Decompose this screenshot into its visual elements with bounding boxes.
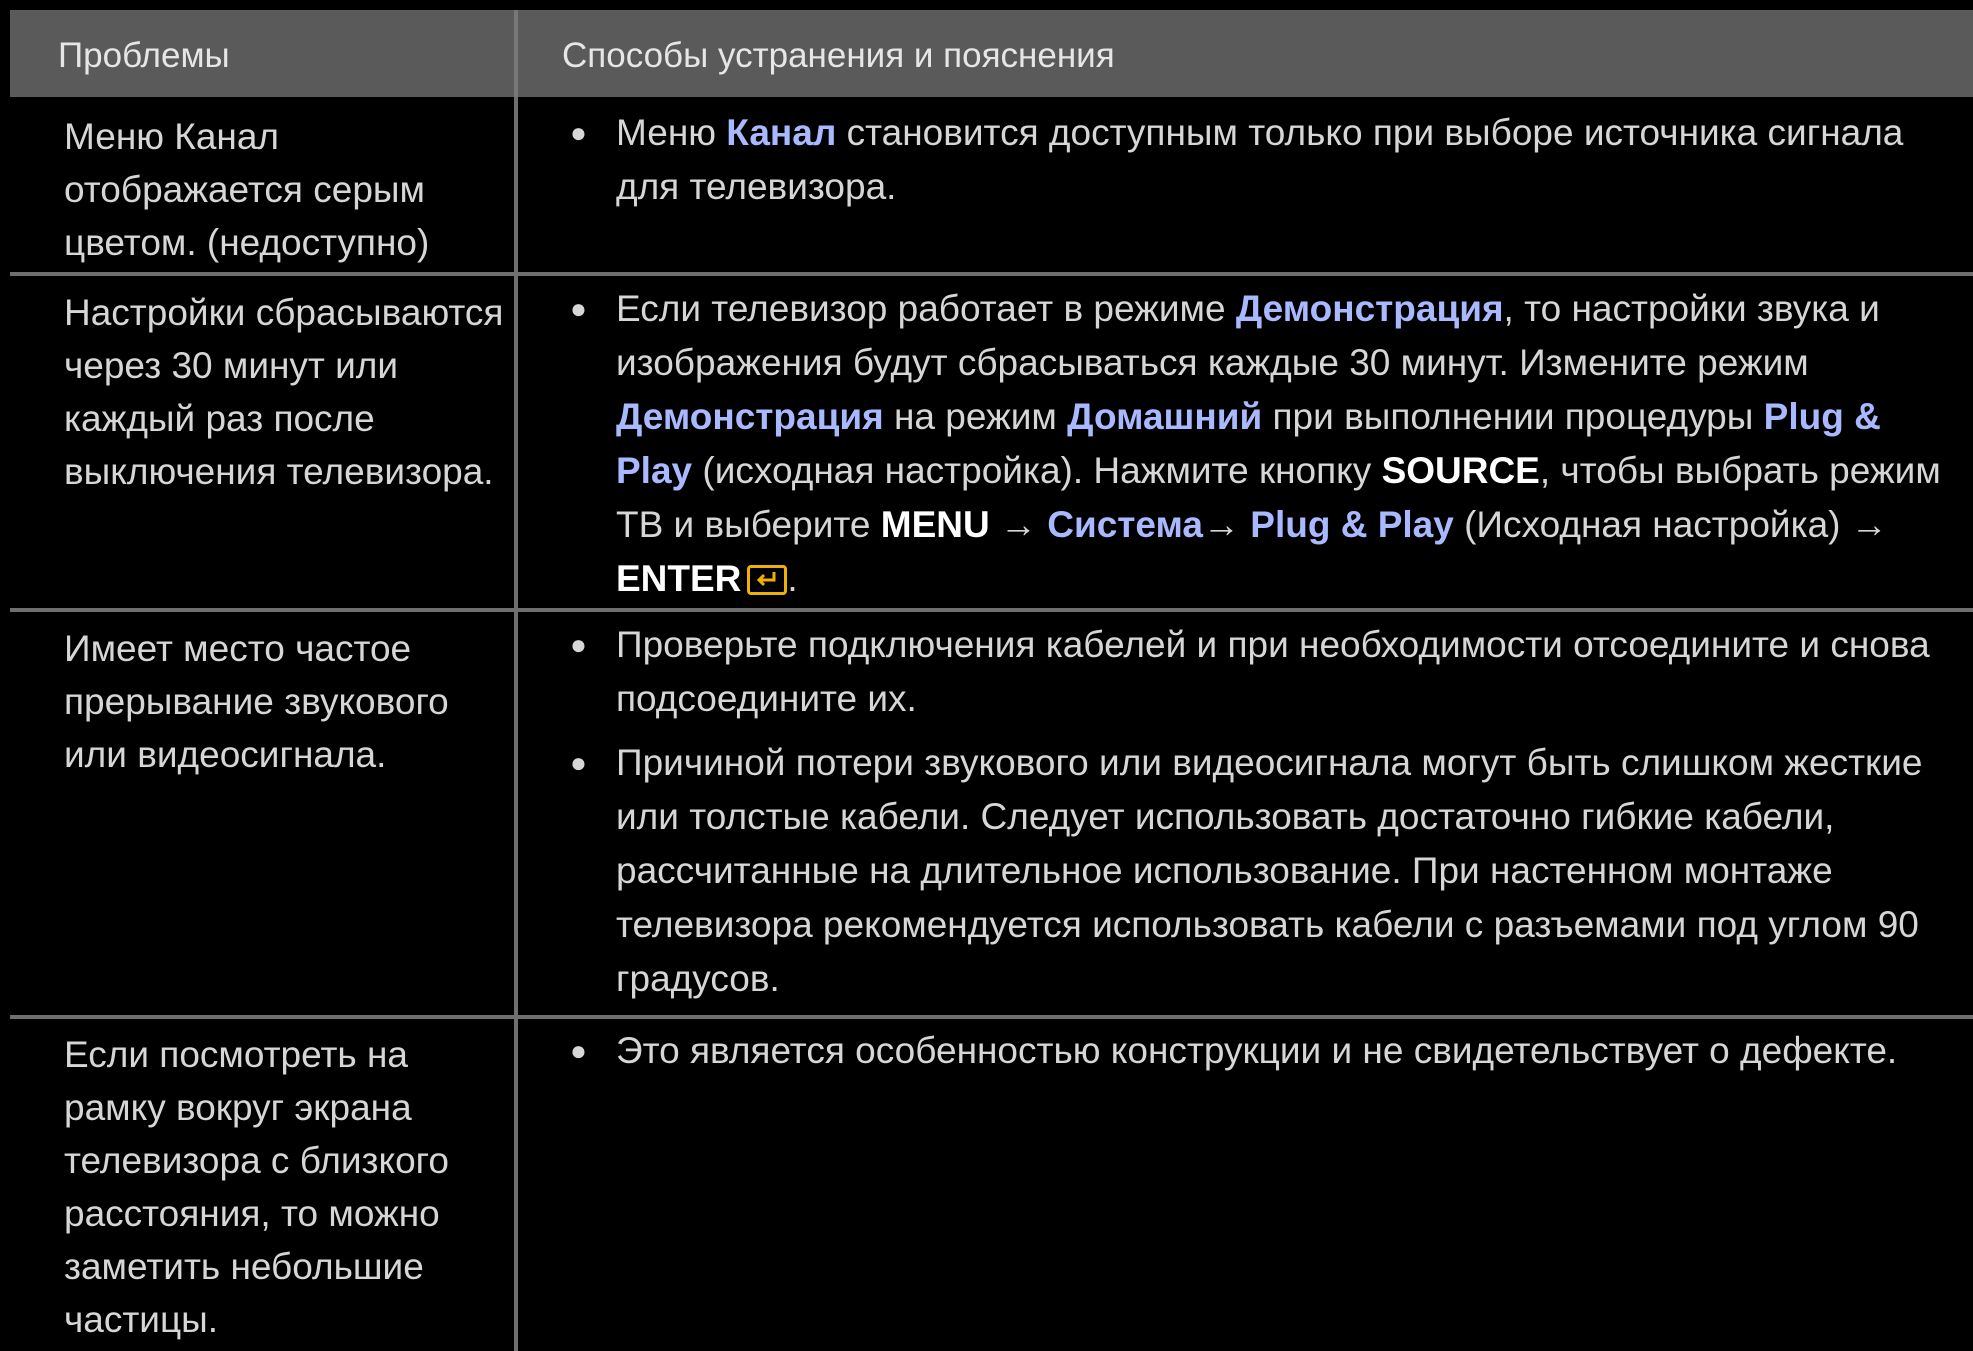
text-span: Если телевизор работает в режиме <box>616 288 1236 329</box>
solution-item: ● Проверьте подключения кабелей и при не… <box>556 618 1956 726</box>
highlight-term: Plug & Play <box>1250 504 1454 545</box>
highlight-term: Система <box>1047 504 1203 545</box>
header-problems: Проблемы <box>58 36 230 75</box>
bullet-icon: ● <box>570 747 587 778</box>
bullet-icon: ● <box>570 629 587 660</box>
text-span: → <box>1202 504 1251 545</box>
bullet-icon: ● <box>570 117 587 148</box>
highlight-term: Канал <box>726 112 837 153</box>
table-row: Если посмотреть на рамку вокруг экрана т… <box>0 1019 1973 1351</box>
table-header: Проблемы Способы устранения и пояснения <box>10 10 1973 97</box>
button-name: ENTER <box>616 558 742 599</box>
text-span: Причиной потери звукового или видеосигна… <box>616 742 1923 999</box>
text-span: Меню <box>616 112 727 153</box>
solution-cell: ● Меню Канал становится доступным только… <box>556 106 1956 214</box>
solution-cell: ● Если телевизор работает в режиме Демон… <box>556 282 1956 606</box>
text-span: Проверьте подключения кабелей и при необ… <box>616 624 1930 719</box>
highlight-term: Демонстрация <box>1235 288 1504 329</box>
table-row: Имеет место частое прерывание звукового … <box>0 612 1973 1015</box>
solution-item: ● Причиной потери звукового или видеосиг… <box>556 736 1956 1006</box>
problem-cell: Меню Канал отображается серым цветом. (н… <box>64 116 430 263</box>
highlight-term: Домашний <box>1067 396 1263 437</box>
button-name: MENU <box>880 504 990 545</box>
highlight-term: Демонстрация <box>616 396 884 437</box>
problem-cell: Настройки сбрасываются через 30 минут ил… <box>64 292 504 492</box>
problem-cell: Если посмотреть на рамку вокруг экрана т… <box>64 1034 449 1340</box>
problem-cell: Имеет место частое прерывание звукового … <box>64 628 449 775</box>
table-row: Настройки сбрасываются через 30 минут ил… <box>0 276 1973 608</box>
solution-cell: ● Проверьте подключения кабелей и при не… <box>556 618 1956 1006</box>
bullet-icon: ● <box>570 1035 587 1066</box>
header-solutions: Способы устранения и пояснения <box>562 36 1115 75</box>
text-span: при выполнении процедуры <box>1262 396 1764 437</box>
enter-icon <box>747 565 788 595</box>
solution-cell: ● Это является особенностью конструкции … <box>556 1024 1956 1078</box>
text-span: на режим <box>883 396 1068 437</box>
text-span: Это является особенностью конструкции и … <box>616 1030 1898 1071</box>
text-span: . <box>787 558 798 599</box>
text-span: (исходная настройка). Нажмите кнопку <box>692 450 1382 491</box>
solution-item: ● Если телевизор работает в режиме Демон… <box>556 282 1956 606</box>
header-column-divider <box>514 10 518 97</box>
text-span: (Исходная настройка) → <box>1453 504 1888 545</box>
solution-item: ● Меню Канал становится доступным только… <box>556 106 1956 214</box>
solution-item: ● Это является особенностью конструкции … <box>556 1024 1956 1078</box>
table-row: Меню Канал отображается серым цветом. (н… <box>0 97 1973 272</box>
text-span: → <box>989 504 1048 545</box>
bullet-icon: ● <box>570 293 587 324</box>
button-name: SOURCE <box>1381 450 1540 491</box>
